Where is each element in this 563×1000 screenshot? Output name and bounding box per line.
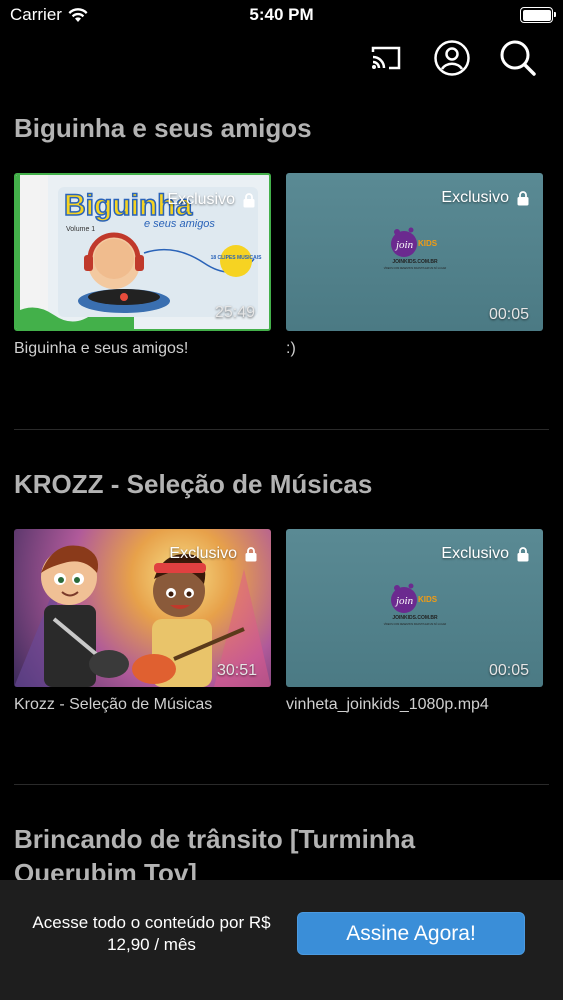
section-divider — [14, 429, 549, 430]
video-card[interactable]: Exclusivo 30:51 Krozz - Seleção de Músic… — [14, 529, 271, 714]
video-title[interactable]: vinheta_joinkids_1080p.mp4 — [286, 696, 543, 714]
header-actions — [366, 38, 538, 78]
video-card[interactable]: Biguinha e seus amigos Volume 1 18 CLIPE… — [14, 173, 271, 358]
svg-text:join: join — [394, 239, 414, 251]
video-thumbnail[interactable]: Exclusivo 30:51 — [14, 529, 271, 687]
status-time: 5:40 PM — [249, 5, 314, 24]
video-row: Exclusivo 30:51 Krozz - Seleção de Músic… — [14, 529, 543, 714]
video-card[interactable]: join KIDS JOINKIDS.COM.BR VÍDEOS COM DES… — [286, 173, 543, 358]
svg-text:VÍDEOS COM DESENHOS INFANTIS E: VÍDEOS COM DESENHOS INFANTIS EM UM SÓ LU… — [383, 623, 446, 626]
lock-icon — [245, 546, 257, 561]
joinkids-logo: join KIDS JOINKIDS.COM.BR VÍDEOS COM DES… — [383, 583, 446, 626]
exclusive-badge: Exclusivo — [441, 545, 529, 563]
cast-button[interactable] — [366, 38, 406, 78]
subscription-bar: Acesse todo o conteúdo por R$ 12,90 / mê… — [0, 880, 563, 1000]
svg-text:KIDS: KIDS — [418, 239, 438, 248]
video-thumbnail[interactable]: join KIDS JOINKIDS.COM.BR VÍDEOS COM DES… — [286, 173, 543, 331]
badge-label: Exclusivo — [169, 545, 237, 562]
search-icon — [500, 40, 536, 76]
album-volume: Volume 1 — [66, 226, 95, 233]
svg-text:join: join — [394, 595, 414, 607]
profile-icon — [434, 40, 470, 76]
svg-text:VÍDEOS COM DESENHOS INFANTIS E: VÍDEOS COM DESENHOS INFANTIS EM UM SÓ LU… — [383, 267, 446, 270]
section-krozz: KROZZ - Seleção de Músicas Exclusivo 30:… — [14, 467, 549, 713]
video-row: Biguinha e seus amigos Volume 1 18 CLIPE… — [14, 173, 543, 358]
album-subtitle: e seus amigos — [144, 218, 215, 230]
joinkids-logo: join KIDS JOINKIDS.COM.BR VÍDEOS COM DES… — [383, 227, 446, 270]
cast-icon — [371, 46, 401, 70]
subscribe-button[interactable]: Assine Agora! — [297, 912, 525, 955]
video-thumbnail[interactable]: join KIDS JOINKIDS.COM.BR VÍDEOS COM DES… — [286, 529, 543, 687]
section-biguinha: Biguinha e seus amigos Biguinha e seus a… — [14, 111, 549, 357]
exclusive-badge: Exclusivo — [169, 545, 257, 563]
search-button[interactable] — [498, 38, 538, 78]
video-title[interactable]: :) — [286, 340, 543, 358]
video-card[interactable]: join KIDS JOINKIDS.COM.BR VÍDEOS COM DES… — [286, 529, 543, 714]
badge-label: Exclusivo — [441, 545, 509, 562]
svg-text:JOINKIDS.COM.BR: JOINKIDS.COM.BR — [392, 615, 438, 621]
video-title[interactable]: Biguinha e seus amigos! — [14, 340, 271, 358]
exclusive-badge: Exclusivo — [441, 189, 529, 207]
exclusive-badge: Exclusivo — [167, 191, 255, 209]
album-sticker: 18 CLIPES MUSICAIS — [211, 255, 263, 261]
status-bar: Carrier 5:40 PM — [0, 0, 563, 30]
lock-icon — [517, 190, 529, 205]
video-title[interactable]: Krozz - Seleção de Músicas — [14, 696, 271, 714]
video-duration: 30:51 — [216, 662, 257, 679]
lock-icon — [517, 546, 529, 561]
lock-icon — [243, 192, 255, 207]
svg-text:KIDS: KIDS — [418, 595, 438, 604]
video-duration: 00:05 — [488, 306, 529, 323]
subscription-promo-text: Acesse todo o conteúdo por R$ 12,90 / mê… — [32, 913, 271, 954]
video-thumbnail[interactable]: Biguinha e seus amigos Volume 1 18 CLIPE… — [14, 173, 271, 331]
video-duration: 00:05 — [488, 662, 529, 679]
battery-icon — [520, 7, 556, 23]
badge-label: Exclusivo — [441, 189, 509, 206]
profile-button[interactable] — [432, 38, 472, 78]
section-title[interactable]: Biguinha e seus amigos — [14, 111, 549, 145]
section-title[interactable]: KROZZ - Seleção de Músicas — [14, 467, 549, 501]
badge-label: Exclusivo — [167, 191, 235, 208]
svg-text:JOINKIDS.COM.BR: JOINKIDS.COM.BR — [392, 259, 438, 265]
section-divider — [14, 784, 549, 785]
video-duration: 25:49 — [214, 304, 255, 321]
